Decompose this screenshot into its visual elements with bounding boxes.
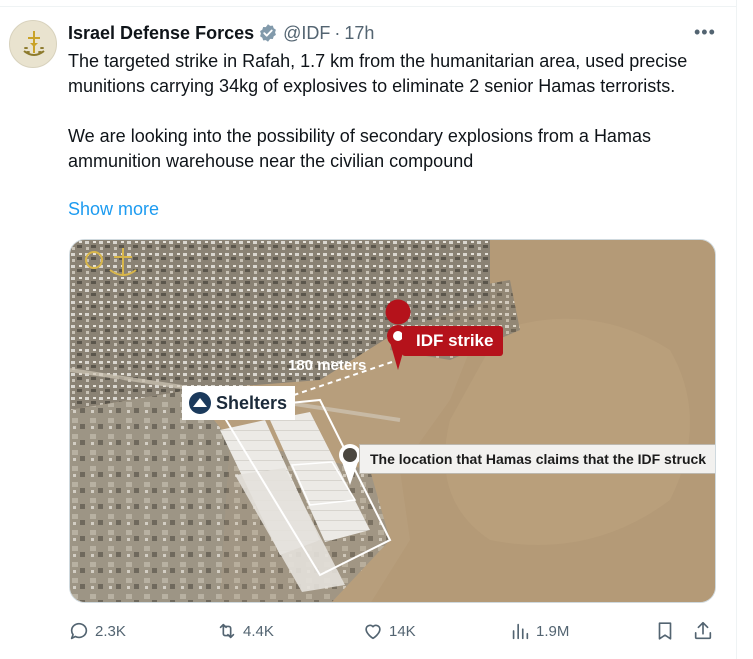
separator-dot: · [334, 22, 341, 43]
share-icon [694, 621, 712, 640]
verified-badge-icon[interactable] [258, 23, 278, 43]
avatar[interactable] [9, 20, 57, 68]
author-handle[interactable]: @IDF [283, 23, 330, 44]
share-button[interactable] [692, 620, 714, 642]
bookmark-icon [658, 622, 672, 640]
reply-count: 2.3K [95, 622, 126, 640]
top-divider [0, 6, 736, 7]
reply-icon [70, 622, 88, 640]
repost-button[interactable]: 4.4K [216, 620, 274, 642]
media-image[interactable]: IDF strike 180 meters Shelters The locat… [69, 239, 716, 603]
author-name[interactable]: Israel Defense Forces [68, 23, 254, 44]
right-divider [736, 0, 737, 659]
claim-label: The location that Hamas claims that the … [359, 444, 715, 474]
heart-icon [365, 624, 381, 640]
tweet-paragraph-1: The targeted strike in Rafah, 1.7 km fro… [68, 51, 688, 96]
strike-label: IDF strike [402, 326, 504, 356]
tweet-paragraph-2: We are looking into the possibility of s… [68, 126, 651, 171]
repost-count: 4.4K [243, 622, 274, 640]
views-chart-icon [512, 623, 529, 640]
shelter-icon [189, 392, 211, 414]
reply-button[interactable]: 2.3K [68, 620, 126, 642]
idf-emblem-icon [23, 31, 45, 56]
shelters-label: Shelters [182, 386, 296, 420]
more-options-icon[interactable]: ••• [694, 23, 716, 41]
show-more-link[interactable]: Show more [68, 199, 159, 220]
views-button[interactable]: 1.9M [509, 620, 569, 642]
bookmark-button[interactable] [654, 620, 676, 642]
tweet-text: The targeted strike in Rafah, 1.7 km fro… [68, 49, 728, 174]
satellite-map [70, 240, 715, 602]
like-button[interactable]: 14K [362, 620, 416, 642]
tweet-header: Israel Defense Forces @IDF · 17h [68, 22, 374, 44]
views-count: 1.9M [536, 622, 570, 640]
action-bar: 2.3K 4.4K 14K 1.9M [68, 620, 718, 644]
distance-label: 180 meters [288, 357, 367, 374]
tweet-card[interactable]: Israel Defense Forces @IDF · 17h ••• The… [0, 0, 753, 659]
timestamp[interactable]: 17h [344, 23, 374, 44]
repost-icon [219, 623, 235, 639]
like-count: 14K [389, 622, 416, 640]
